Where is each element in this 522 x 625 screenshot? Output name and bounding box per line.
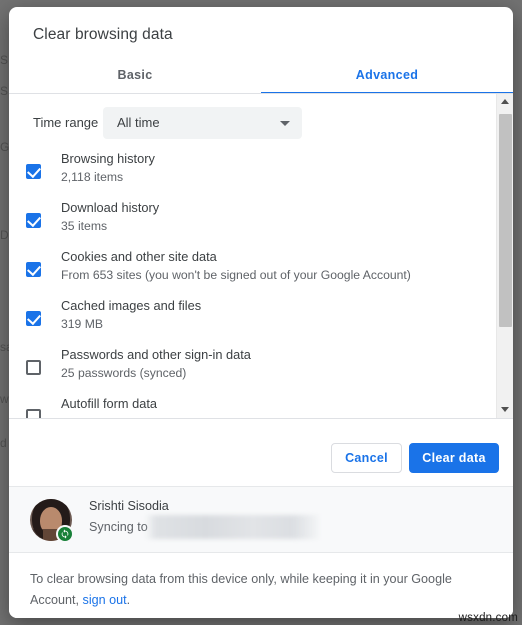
tab-bar: Basic Advanced xyxy=(9,58,513,94)
checkbox-browsing-history[interactable] xyxy=(26,163,41,179)
footer-text: To clear browsing data from this device … xyxy=(30,569,482,611)
list-item-subtitle: 25 passwords (synced) xyxy=(61,366,187,380)
time-range-value: All time xyxy=(117,115,160,130)
list-item-title: Browsing history xyxy=(61,151,155,166)
tab-advanced[interactable]: Advanced xyxy=(261,58,513,94)
redacted-sync-target xyxy=(145,515,319,539)
sync-status-icon xyxy=(56,525,74,543)
time-range-select[interactable]: All time xyxy=(103,107,302,139)
list-item-subtitle: 2,118 items xyxy=(61,170,124,184)
watermark: wsxdn.com xyxy=(458,612,518,624)
account-sync-label: Syncing to xyxy=(89,520,148,534)
list-item-cached-images[interactable]: Cached images and files 319 MB xyxy=(9,297,496,346)
dialog-actions: Cancel Clear data xyxy=(9,419,513,486)
backdrop-ghost-text: d xyxy=(0,436,7,450)
time-range-row: Time range All time xyxy=(9,102,496,150)
clear-data-button[interactable]: Clear data xyxy=(409,443,499,473)
footer-text-after: . xyxy=(126,593,131,607)
sign-out-link[interactable]: sign out xyxy=(83,593,127,607)
tab-basic[interactable]: Basic xyxy=(9,58,261,94)
checkbox-cookies[interactable] xyxy=(26,261,41,277)
backdrop-ghost-text: S xyxy=(0,53,9,67)
list-item-title: Autofill form data xyxy=(61,396,158,411)
account-name: Srishti Sisodia xyxy=(89,499,169,513)
list-item-title: Cookies and other site data xyxy=(61,249,217,264)
account-strip: Srishti Sisodia Syncing to xyxy=(9,486,513,552)
list-item-autofill[interactable]: Autofill form data xyxy=(9,395,496,418)
scroll-down-arrow-icon[interactable] xyxy=(497,401,513,418)
list-item-subtitle: 35 items xyxy=(61,219,108,233)
dialog-title: Clear browsing data xyxy=(33,26,173,43)
list-item-subtitle: From 653 sites (you won't be signed out … xyxy=(61,268,411,282)
list-item-title: Download history xyxy=(61,200,160,215)
backdrop-ghost-text: S xyxy=(0,84,9,98)
checkbox-cached-images[interactable] xyxy=(26,310,41,326)
list-item-cookies[interactable]: Cookies and other site data From 653 sit… xyxy=(9,248,496,297)
list-item-title: Cached images and files xyxy=(61,298,202,313)
checkbox-autofill[interactable] xyxy=(26,409,41,418)
list-item-browsing-history[interactable]: Browsing history 2,118 items xyxy=(9,150,496,199)
backdrop-ghost-text: G xyxy=(0,140,10,154)
time-range-label: Time range xyxy=(33,115,99,130)
checkbox-download-history[interactable] xyxy=(26,212,41,228)
list-item-title: Passwords and other sign-in data xyxy=(61,347,251,362)
backdrop-ghost-text: D xyxy=(0,228,9,242)
cancel-button[interactable]: Cancel xyxy=(331,443,402,473)
checkbox-passwords[interactable] xyxy=(26,360,41,375)
dialog-footer: To clear browsing data from this device … xyxy=(9,552,513,618)
options-scrollbar[interactable] xyxy=(496,94,513,418)
scroll-up-arrow-icon[interactable] xyxy=(497,94,513,111)
data-type-list: Browsing history 2,118 items Download hi… xyxy=(9,150,496,418)
chevron-down-icon xyxy=(280,121,290,126)
scrollbar-thumb[interactable] xyxy=(499,114,512,327)
list-item-passwords[interactable]: Passwords and other sign-in data 25 pass… xyxy=(9,346,496,395)
list-item-subtitle: 319 MB xyxy=(61,317,104,331)
list-item-download-history[interactable]: Download history 35 items xyxy=(9,199,496,248)
clear-browsing-data-dialog: Clear browsing data Basic Advanced Time … xyxy=(9,7,513,618)
options-scroll-area: Time range All time Browsing history 2,1… xyxy=(9,94,513,418)
